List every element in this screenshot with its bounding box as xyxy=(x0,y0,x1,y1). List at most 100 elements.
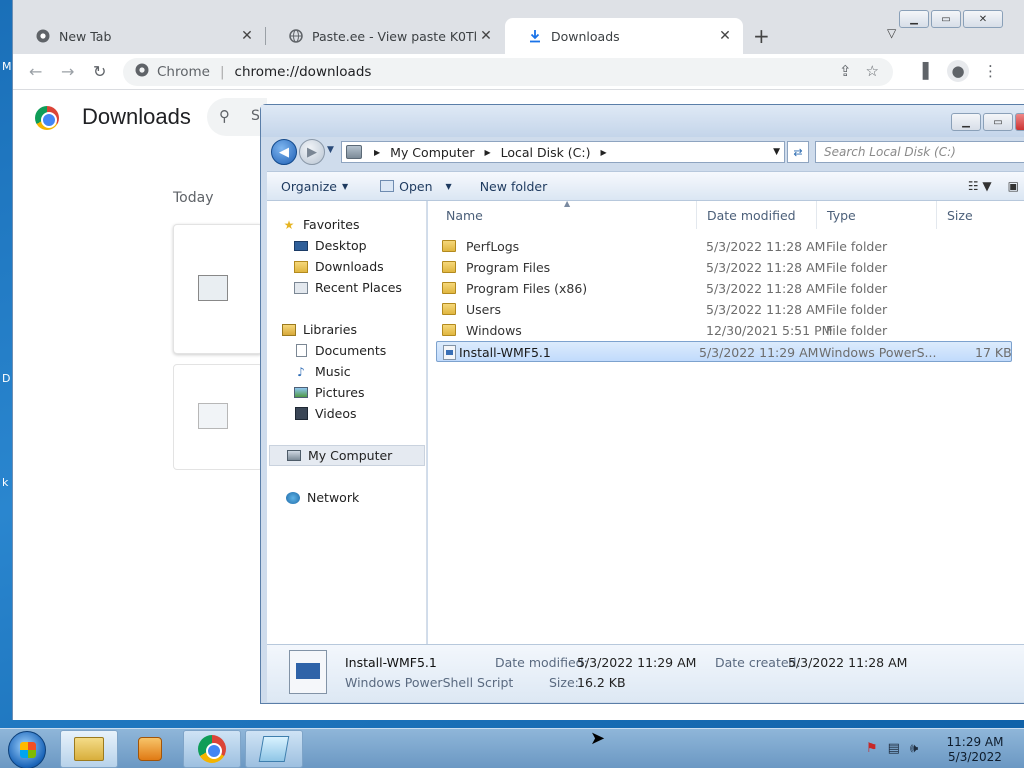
file-date: 5/3/2022 11:29 AM xyxy=(699,345,819,360)
download-item-card[interactable] xyxy=(173,364,263,470)
clock-time: 11:29 AM xyxy=(946,735,1004,749)
minimize-button[interactable]: ▁ xyxy=(899,10,929,28)
table-row[interactable]: Program Files 5/3/2022 11:28 AM File fol… xyxy=(436,257,1012,278)
documents-icon xyxy=(293,344,309,358)
url-text: chrome://downloads xyxy=(234,64,372,80)
column-header-name[interactable]: Name xyxy=(436,201,700,229)
nav-network[interactable]: Network xyxy=(285,487,443,508)
recent-pages-dropdown[interactable]: ▼ xyxy=(327,145,334,155)
address-bar[interactable]: Chrome | chrome://downloads ⇪ ☆ xyxy=(123,58,893,86)
close-button[interactable]: ✕ xyxy=(963,10,1003,28)
preview-pane-icon[interactable]: ▣ xyxy=(1008,179,1019,193)
change-view-icon[interactable]: ☷ ▼ xyxy=(968,179,992,193)
table-row[interactable]: Windows 12/30/2021 5:51 PM File folder xyxy=(436,320,1012,341)
powershell-script-icon xyxy=(289,650,327,694)
recent-places-icon xyxy=(293,281,309,295)
taskbar-media-player-button[interactable] xyxy=(121,730,179,768)
tab-new-tab[interactable]: New Tab ✕ xyxy=(13,20,265,52)
refresh-icon[interactable]: ⇄ xyxy=(787,141,809,163)
libraries-icon xyxy=(281,323,297,337)
search-downloads-input[interactable]: ⚲ S xyxy=(207,98,267,136)
volume-icon[interactable]: 🕪 xyxy=(910,741,918,756)
breadcrumb-local-disk[interactable]: Local Disk (C:) xyxy=(497,145,595,160)
nav-label: Favorites xyxy=(303,217,360,232)
tab-strip: New Tab ✕ Paste.ee - View paste K0Tlu ✕ … xyxy=(13,0,1024,54)
desktop-icon-label: k xyxy=(2,476,9,489)
bookmark-star-icon[interactable]: ☆ xyxy=(866,62,879,80)
file-name: PerfLogs xyxy=(466,239,520,254)
folder-icon xyxy=(74,737,104,761)
chrome-toolbar: ← → ↻ Chrome | chrome://downloads ⇪ ☆ ▐ … xyxy=(13,54,1024,90)
system-tray: ⚑ ▤ 🕪 xyxy=(866,741,918,756)
network-icon[interactable]: ▤ xyxy=(888,741,900,756)
chrome-logo-icon xyxy=(35,106,59,130)
folder-icon xyxy=(442,324,456,336)
new-tab-button[interactable]: + xyxy=(753,24,770,48)
side-panel-icon[interactable]: ▐ xyxy=(917,62,929,80)
close-icon[interactable]: ✕ xyxy=(478,28,494,44)
column-header-size[interactable]: Size xyxy=(936,201,1016,229)
table-row[interactable]: Users 5/3/2022 11:28 AM File folder xyxy=(436,299,1012,320)
clock-date: 5/3/2022 xyxy=(948,750,1002,764)
profile-avatar[interactable]: ● xyxy=(947,60,969,82)
table-row[interactable]: Program Files (x86) 5/3/2022 11:28 AM Fi… xyxy=(436,278,1012,299)
clock[interactable]: 11:29 AM 5/3/2022 xyxy=(942,735,1008,765)
share-icon[interactable]: ⇪ xyxy=(839,62,852,80)
nav-favorites[interactable]: ★ Favorites xyxy=(281,214,439,235)
close-icon[interactable]: ✕ xyxy=(239,28,255,44)
open-button[interactable]: Open ▼ xyxy=(380,179,452,194)
action-center-flag-icon[interactable]: ⚑ xyxy=(866,741,878,756)
file-date: 5/3/2022 11:28 AM xyxy=(706,281,826,296)
breadcrumb-my-computer[interactable]: My Computer xyxy=(386,145,478,160)
search-icon: ⚲ xyxy=(219,107,230,125)
file-name: Users xyxy=(466,302,502,317)
desktop-icon-label: M xyxy=(2,60,12,73)
new-folder-label: New folder xyxy=(479,178,548,194)
close-icon[interactable]: ✕ xyxy=(717,28,733,44)
nav-label: Videos xyxy=(315,406,357,421)
address-bar: ◀ ▶ ▼ ▶ My Computer ▶ Local Disk (C:) ▶ … xyxy=(267,137,1024,167)
folder-icon xyxy=(442,303,456,315)
table-row[interactable]: Install-WMF5.1 5/3/2022 11:29 AM Windows… xyxy=(436,341,1012,362)
minimize-button[interactable]: ▁ xyxy=(951,113,981,131)
file-icon xyxy=(198,403,228,429)
search-input[interactable]: Search Local Disk (C:) xyxy=(815,141,1024,163)
details-date-created: 5/3/2022 11:28 AM xyxy=(788,655,908,670)
nav-label: Downloads xyxy=(315,259,384,274)
download-icon xyxy=(527,28,543,44)
tab-paste-ee[interactable]: Paste.ee - View paste K0Tlu ✕ xyxy=(266,20,504,52)
forward-arrow-icon[interactable]: → xyxy=(61,62,74,81)
maximize-button[interactable]: ▭ xyxy=(983,113,1013,131)
chrome-favicon-icon xyxy=(135,63,149,81)
table-row[interactable]: PerfLogs 5/3/2022 11:28 AM File folder xyxy=(436,236,1012,257)
videos-icon xyxy=(293,407,309,421)
breadcrumb[interactable]: ▶ My Computer ▶ Local Disk (C:) ▶ ▼ xyxy=(341,141,785,163)
star-icon: ★ xyxy=(283,217,295,232)
back-arrow-icon[interactable]: ← xyxy=(29,62,42,81)
back-arrow-icon[interactable]: ◀ xyxy=(271,139,297,165)
chevron-down-icon[interactable]: ▽ xyxy=(887,26,896,40)
column-header-date[interactable]: Date modified xyxy=(696,201,816,229)
chevron-down-icon[interactable]: ▼ xyxy=(773,147,780,157)
taskbar-explorer-button[interactable] xyxy=(60,730,118,768)
new-folder-button[interactable]: New folder xyxy=(480,179,548,194)
file-name: Install-WMF5.1 xyxy=(459,345,551,360)
column-header-type[interactable]: Type xyxy=(816,201,936,229)
details-size: 16.2 KB xyxy=(577,675,626,690)
file-date: 12/30/2021 5:51 PM xyxy=(706,323,833,338)
command-bar: Organize ▼ Open ▼ New folder ☷ ▼ ▣ xyxy=(267,171,1024,201)
organize-button[interactable]: Organize ▼ xyxy=(281,179,348,194)
tab-downloads[interactable]: Downloads ✕ xyxy=(505,18,743,54)
reload-icon[interactable]: ↻ xyxy=(93,62,106,81)
maximize-button[interactable]: ▭ xyxy=(931,10,961,28)
start-button[interactable] xyxy=(8,731,46,768)
taskbar-notepad-button[interactable] xyxy=(245,730,303,768)
nav-my-computer[interactable]: My Computer xyxy=(269,445,425,466)
details-date-modified: 5/3/2022 11:29 AM xyxy=(577,655,697,670)
close-button[interactable] xyxy=(1015,113,1024,131)
download-item-card[interactable] xyxy=(173,224,263,354)
taskbar-chrome-button[interactable] xyxy=(183,730,241,768)
forward-arrow-icon[interactable]: ▶ xyxy=(299,139,325,165)
kebab-menu-icon[interactable]: ⋮ xyxy=(983,62,998,80)
nav-libraries[interactable]: Libraries xyxy=(281,319,439,340)
